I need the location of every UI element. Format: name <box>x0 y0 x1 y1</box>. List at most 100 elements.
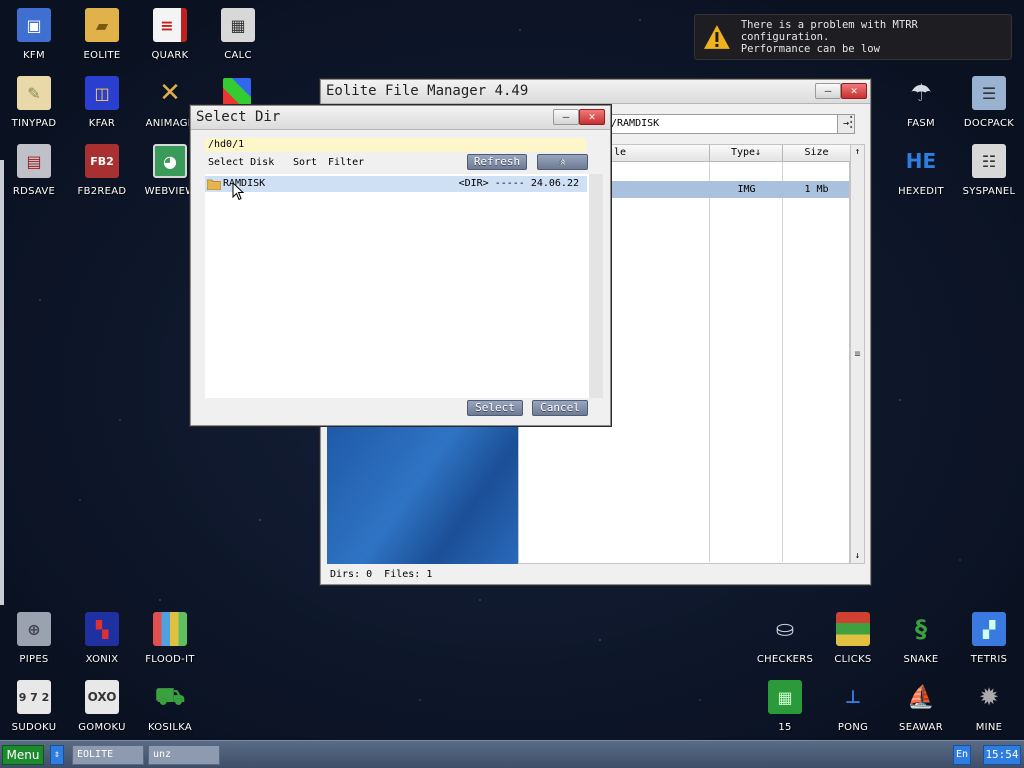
desktop-icon-kfm[interactable]: ▣ KFM <box>0 0 68 64</box>
start-menu-button[interactable]: Menu <box>2 745 44 765</box>
chevron-up-icon: « <box>556 158 570 166</box>
select-button[interactable]: Select <box>467 400 523 416</box>
checkers-icon: ⛀ <box>775 616 795 642</box>
desktop-icon-gomoku[interactable]: OXO GOMOKU <box>68 672 136 736</box>
file-manager-close-button[interactable]: ✕ <box>841 83 867 99</box>
desktop-icon-15[interactable]: ▦ 15 <box>751 672 819 736</box>
scroll-down-arrow-icon[interactable]: ↓ <box>851 549 864 563</box>
desktop-icon-tinypad[interactable]: ✎ TINYPAD <box>0 68 68 132</box>
taskbar: Menu ⇕ EOLITE unz En 15:54 <box>0 740 1024 768</box>
refresh-button[interactable]: Refresh <box>467 154 527 170</box>
desktop-icon-pipes[interactable]: ⊕ PIPES <box>0 604 68 668</box>
taskbar-item-eolite[interactable]: EOLITE <box>72 745 144 765</box>
cube-icon[interactable] <box>223 78 251 106</box>
mtrr-notification[interactable]: There is a problem with MTRR configurati… <box>694 14 1012 60</box>
column-header-type[interactable]: Type↓ <box>710 145 783 162</box>
book-icon: ≡ <box>153 8 187 42</box>
taskbar-item-unz[interactable]: unz <box>148 745 220 765</box>
column-divider <box>782 162 783 562</box>
sliders-icon: ☷ <box>972 144 1006 178</box>
notification-line-2: Performance can be low <box>740 43 880 55</box>
tetris-icon: ▞ <box>972 612 1006 646</box>
fifteen-puzzle-icon: ▦ <box>768 680 802 714</box>
more-options-icon[interactable]: · · · <box>847 111 855 135</box>
desktop-icon-flood-it[interactable]: FLOOD-IT <box>136 604 204 668</box>
warning-icon <box>703 25 730 49</box>
left-edge-bar <box>0 160 4 605</box>
two-panel-icon: ◫ <box>85 76 119 110</box>
seawar-icon: ⛵ <box>907 684 935 710</box>
notepad-icon: ✎ <box>17 76 51 110</box>
column-divider <box>709 162 710 562</box>
select-dir-title: Select Dir <box>196 109 281 125</box>
calculator-icon: ▦ <box>221 8 255 42</box>
file-manager-status: Dirs: 0 Files: 1 <box>330 569 433 580</box>
desktop-icon-fb2read[interactable]: FB2 FB2READ <box>68 136 136 200</box>
desktop-icon-checkers[interactable]: ⛀ CHECKERS <box>751 604 819 668</box>
cancel-button[interactable]: Cancel <box>532 400 588 416</box>
gomoku-icon: OXO <box>85 680 119 714</box>
mouse-cursor-icon <box>232 182 245 201</box>
keyboard-layout-indicator[interactable]: En <box>953 745 971 765</box>
scroll-up-arrow-icon[interactable]: ↑ <box>851 145 864 159</box>
folder-icon <box>207 179 221 190</box>
snake-icon: § <box>915 615 927 643</box>
scroll-grip-icon[interactable]: ≡ <box>851 349 864 360</box>
desktop-icon-rdsave[interactable]: ▤ RDSAVE <box>0 136 68 200</box>
row-size: 1 Mb <box>804 184 829 195</box>
select-dir-close-button[interactable]: ✕ <box>579 109 605 125</box>
row-type: IMG <box>737 184 756 195</box>
desktop-icon-syspanel[interactable]: ☷ SYSPANEL <box>955 136 1023 200</box>
mine-icon: ✹ <box>978 683 1000 711</box>
select-dir-titlebar[interactable]: Select Dir – ✕ <box>191 106 610 130</box>
select-dir-minimize-button[interactable]: – <box>553 109 579 125</box>
desktop-icon-kfar[interactable]: ◫ KFAR <box>68 68 136 132</box>
filter-menu[interactable]: Filter <box>328 156 364 170</box>
desktop-icon-fasm[interactable]: ☂ FASM <box>887 68 955 132</box>
file-manager-minimize-button[interactable]: – <box>815 83 841 99</box>
pong-icon: ⊥ <box>844 686 862 708</box>
desktop-icon-hexedit[interactable]: HE HEXEDIT <box>887 136 955 200</box>
desktop-icon-quark[interactable]: ≡ QUARK <box>136 0 204 64</box>
desktop-icon-calc[interactable]: ▦ CALC <box>204 0 272 64</box>
hex-editor-icon: HE <box>905 149 937 173</box>
notification-line-1: There is a problem with MTRR configurati… <box>740 19 918 43</box>
desktop-icon-sudoku[interactable]: 9 7 2 SUDOKU <box>0 672 68 736</box>
file-manager-titlebar[interactable]: Eolite File Manager 4.49 – ✕ <box>321 80 870 104</box>
desktop-icon-xonix[interactable]: ▚ XONIX <box>68 604 136 668</box>
flood-it-icon <box>153 612 187 646</box>
folder-icon: ▰ <box>85 8 119 42</box>
select-dir-dialog: Select Dir – ✕ /hd0/1 Select Disk Sort F… <box>190 105 611 426</box>
xonix-icon: ▚ <box>85 612 119 646</box>
clicks-icon <box>836 612 870 646</box>
desktop-icon-docpack[interactable]: ☰ DOCPACK <box>955 68 1023 132</box>
file-listing-scrollbar[interactable]: ↑ ≡ ↓ <box>850 144 865 564</box>
desktop-icon-pong[interactable]: ⊥ PONG <box>819 672 887 736</box>
sort-menu[interactable]: Sort <box>293 156 317 170</box>
desktop-icon-eolite[interactable]: ▰ EOLITE <box>68 0 136 64</box>
clock[interactable]: 15:54 <box>983 745 1021 765</box>
column-header-size[interactable]: Size <box>783 145 850 162</box>
select-disk-menu[interactable]: Select Disk <box>208 156 274 170</box>
taskbar-switch-button[interactable]: ⇕ <box>50 745 64 765</box>
desktop-icon-kosilka[interactable]: ⛟ KOSILKA <box>136 672 204 736</box>
list-item[interactable]: RAMDISK <DIR> ----- 24.06.22 <box>205 176 587 192</box>
directory-list-scrollbar[interactable] <box>589 174 603 398</box>
directory-list[interactable]: RAMDISK <DIR> ----- 24.06.22 <box>205 174 589 398</box>
fb2-book-icon: FB2 <box>85 144 119 178</box>
fasm-icon: ☂ <box>910 79 932 107</box>
up-directory-button[interactable]: « <box>537 154 588 170</box>
sudoku-icon: 9 7 2 <box>17 680 51 714</box>
desktop-icon-seawar[interactable]: ⛵ SEAWAR <box>887 672 955 736</box>
disk-save-icon: ▤ <box>17 144 51 178</box>
globe-map-icon: ◕ <box>153 144 187 178</box>
file-manager-title: Eolite File Manager 4.49 <box>326 83 529 99</box>
file-manager-path-field[interactable]: /RAMDISK <box>606 114 838 134</box>
desktop-icon-clicks[interactable]: CLICKS <box>819 604 887 668</box>
pipes-icon: ⊕ <box>17 612 51 646</box>
dir-path-input[interactable]: /hd0/1 <box>205 138 586 152</box>
desktop-icon-mine[interactable]: ✹ MINE <box>955 672 1023 736</box>
dir-info: <DIR> ----- 24.06.22 <box>458 178 579 189</box>
desktop-icon-snake[interactable]: § SNAKE <box>887 604 955 668</box>
desktop-icon-tetris[interactable]: ▞ TETRIS <box>955 604 1023 668</box>
